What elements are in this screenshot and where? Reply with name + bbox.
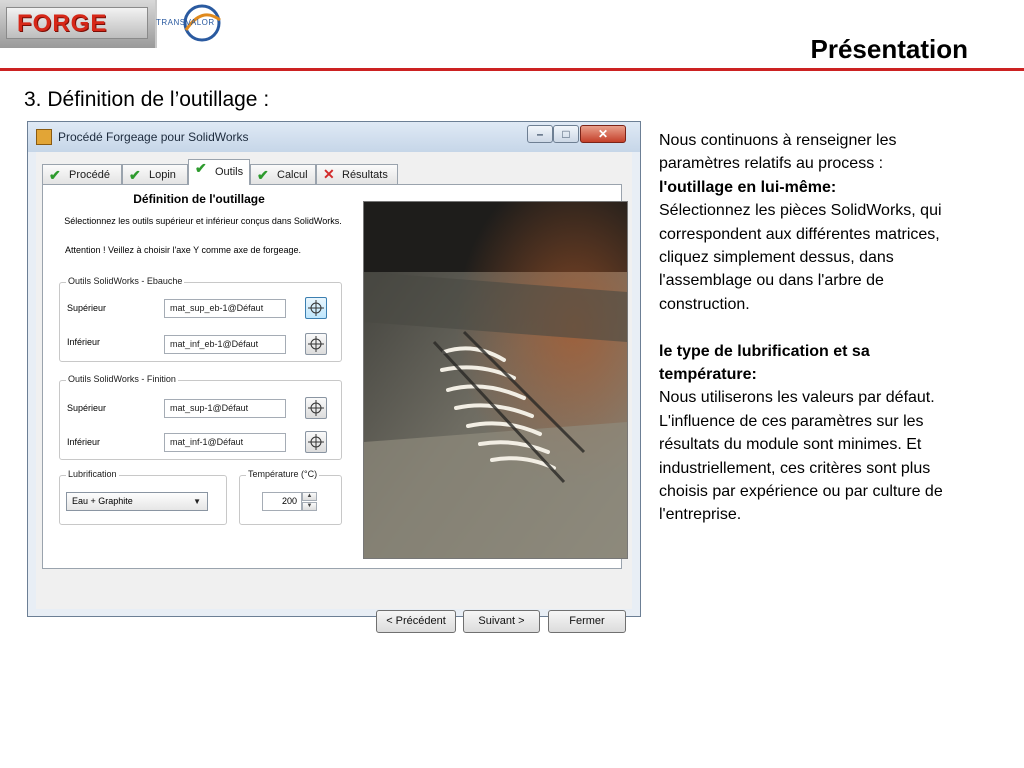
lubrification-label: Lubrification [66,469,119,479]
notes-intro: Nous continuons à renseigner les paramèt… [659,132,897,173]
finish-lower-tool-field[interactable]: mat_inf-1@Défaut [164,433,286,452]
group-finition-label: Outils SolidWorks - Finition [66,374,178,384]
group-temperature: Température (°C) 200 ▲ ▼ [239,469,342,525]
check-icon: ✔ [49,167,61,183]
app-icon [36,129,52,145]
group-lubrification: Lubrification Eau + Graphite ▼ [59,469,227,525]
pick-rough-upper-button[interactable] [305,297,327,319]
attention-text: Attention ! Veillez à choisir l'axe Y co… [65,245,302,255]
lubrication-select[interactable]: Eau + Graphite ▼ [66,492,208,511]
tab-outils[interactable]: ✔ Outils [188,159,250,185]
temperature-input[interactable]: 200 [262,492,302,511]
panel-title: Définition de l'outillage [133,192,265,206]
cross-icon: ✕ [323,166,335,182]
crosshair-icon [308,300,324,316]
instruction-text: Sélectionnez les outils supérieur et inf… [64,216,342,226]
dialog-client-area: ✔ Procédé ✔ Lopin ✔ Outils ✔ Calcul ✕ Ré… [36,152,632,633]
upper-label: Supérieur [67,403,107,413]
temperature-label: Température (°C) [246,469,320,479]
lower-label: Inférieur [67,437,101,447]
next-button[interactable]: Suivant > [463,610,540,633]
transvalor-logo: TRANSVALOR [156,0,242,48]
spin-down-icon[interactable]: ▼ [302,502,317,511]
close-window-button[interactable]: ✕ [580,125,626,143]
page-title: Présentation [810,34,969,64]
notes-lubrication-heading: le type de lubrification et sa températu… [659,342,870,384]
forging-tool-photo [363,201,628,559]
finish-upper-tool-field[interactable]: mat_sup-1@Défaut [164,399,286,418]
section-heading: 3. Définition de l’outillage : [24,88,270,111]
lower-label: Inférieur [67,337,101,347]
upper-label: Supérieur [67,303,107,313]
crosshair-icon [308,336,324,352]
crosshair-icon [308,400,324,416]
window-title: Procédé Forgeage pour SolidWorks [58,130,249,144]
header-divider [0,68,1024,71]
notes-tooling-heading: l'outillage en lui-même: [659,178,837,196]
tab-lopin[interactable]: ✔ Lopin [122,164,188,184]
notes-tooling-text: Sélectionnez les pièces SolidWorks, qui … [659,202,942,313]
pick-rough-lower-button[interactable] [305,333,327,355]
check-icon: ✔ [257,167,269,183]
pick-finish-upper-button[interactable] [305,397,327,419]
check-icon: ✔ [129,167,141,183]
rough-lower-tool-field[interactable]: mat_inf_eb-1@Défaut [164,335,286,354]
close-button[interactable]: Fermer [548,610,626,633]
group-ebauche-label: Outils SolidWorks - Ebauche [66,276,185,286]
tab-procede[interactable]: ✔ Procédé [42,164,122,184]
notes-lubrication-text: Nous utiliserons les valeurs par défaut.… [659,389,943,524]
rough-upper-tool-field[interactable]: mat_sup_eb-1@Défaut [164,299,286,318]
tab-panel-outils: Définition de l'outillage Sélectionnez l… [42,184,628,569]
forge-logo: FORGE [0,0,157,48]
spin-up-icon[interactable]: ▲ [302,492,317,501]
check-icon: ✔ [195,160,207,176]
dropdown-arrow-icon: ▼ [193,497,201,506]
group-ebauche: Outils SolidWorks - Ebauche Supérieur ma… [59,276,342,362]
previous-button[interactable]: < Précédent [376,610,456,633]
forging-photo-image [364,202,627,558]
tab-resultats[interactable]: ✕ Résultats [316,164,398,184]
maximize-button[interactable]: □ [553,125,579,143]
tab-calcul[interactable]: ✔ Calcul [250,164,316,184]
group-finition: Outils SolidWorks - Finition Supérieur m… [59,374,342,460]
window-titlebar[interactable]: Procédé Forgeage pour SolidWorks – □ ✕ [28,122,640,152]
transvalor-logo-text: TRANSVALOR [156,18,215,27]
forge-logo-text: FORGE [17,10,108,37]
explanation-notes: Nous continuons à renseigner les paramèt… [659,129,959,527]
dialog-window: Procédé Forgeage pour SolidWorks – □ ✕ ✔… [27,121,641,633]
minimize-button[interactable]: – [527,125,553,143]
pick-finish-lower-button[interactable] [305,431,327,453]
crosshair-icon [308,434,324,450]
